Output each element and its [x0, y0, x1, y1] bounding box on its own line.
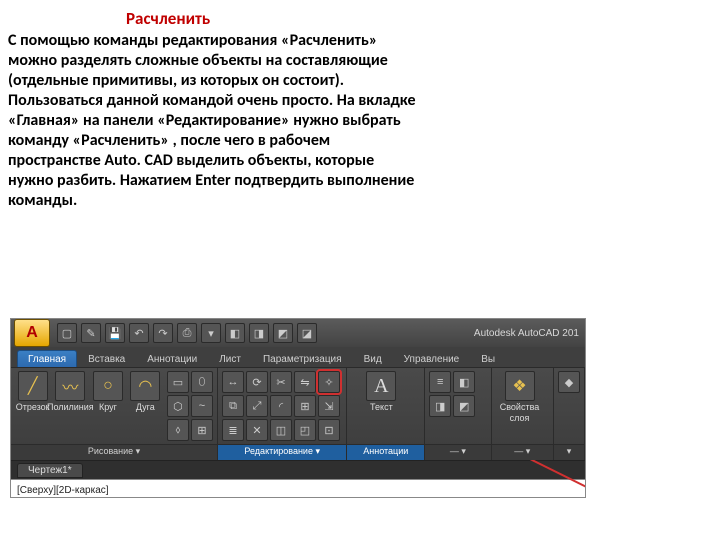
- viewport: [Сверху][2D-каркас]: [11, 479, 585, 498]
- arc-label: Дуга: [136, 402, 155, 412]
- tab-view[interactable]: Вид: [353, 350, 393, 367]
- layer-icon-4[interactable]: ◩: [453, 395, 475, 417]
- panel-layers-title: — ▾: [425, 444, 490, 460]
- line-label: Отрезок: [16, 402, 50, 412]
- properties-button[interactable]: ❖ Свойства слоя: [496, 371, 544, 423]
- modify-icon-1[interactable]: ◫: [270, 419, 292, 441]
- layer-icon[interactable]: ≡: [429, 371, 451, 393]
- autocad-screenshot: A ▢ ✎ 💾 ↶ ↷ ⎙ ▾ ◧ ◨ ◩ ◪ Autodesk AutoCAD…: [10, 318, 586, 498]
- tab-annotate[interactable]: Аннотации: [136, 350, 208, 367]
- qat-new-icon[interactable]: ▢: [57, 323, 77, 343]
- properties-label-2: слоя: [510, 413, 530, 423]
- tab-parametric[interactable]: Параметризация: [252, 350, 353, 367]
- section-body: С помощью команды редактирования «Расчле…: [8, 31, 418, 211]
- circle-button[interactable]: ○ Круг: [90, 371, 125, 441]
- draw-small-6[interactable]: ⊞: [191, 419, 213, 441]
- explode-button[interactable]: ✧: [318, 371, 340, 393]
- quick-access-toolbar: ▢ ✎ 💾 ↶ ↷ ⎙ ▾ ◧ ◨ ◩ ◪: [57, 323, 317, 343]
- copy-icon[interactable]: ⧉: [222, 395, 244, 417]
- qat-open-icon[interactable]: ✎: [81, 323, 101, 343]
- panel-draw-title: Рисование ▾: [11, 444, 217, 460]
- polyline-icon: 〰: [55, 371, 85, 401]
- panel-layers: ≡◧ ◨◩ — ▾: [425, 368, 491, 460]
- section-title: Расчленить: [126, 8, 712, 29]
- draw-small-5[interactable]: ~: [191, 395, 213, 417]
- draw-small-2[interactable]: ⬡: [167, 395, 189, 417]
- qat-icon[interactable]: ◨: [249, 323, 269, 343]
- panel-annotation: A Текст Аннотации: [347, 368, 425, 460]
- tab-output[interactable]: Вы: [470, 350, 506, 367]
- properties-label-1: Свойства: [500, 402, 540, 412]
- fillet-icon[interactable]: ◜: [270, 395, 292, 417]
- modify-icon-2[interactable]: ◰: [294, 419, 316, 441]
- rotate-icon[interactable]: ⟳: [246, 371, 268, 393]
- panel-modify-title: Редактирование ▾: [218, 444, 346, 460]
- arc-button[interactable]: ◠ Дуга: [128, 371, 163, 441]
- arc-icon: ◠: [130, 371, 160, 401]
- draw-small-3[interactable]: ⬨: [167, 419, 189, 441]
- document-tab[interactable]: Чертеж1*: [17, 463, 83, 478]
- app-title: Autodesk AutoCAD 201: [474, 328, 579, 339]
- mirror-icon[interactable]: ⇋: [294, 371, 316, 393]
- line-button[interactable]: ╱ Отрезок: [15, 371, 50, 441]
- array-icon[interactable]: ⊞: [294, 395, 316, 417]
- circle-icon: ○: [93, 371, 123, 401]
- tab-layout[interactable]: Лист: [208, 350, 252, 367]
- qat-icon[interactable]: ◩: [273, 323, 293, 343]
- scale-icon[interactable]: ⤢: [246, 395, 268, 417]
- panel-modify: ↔ ⟳ ✂ ⇋ ✧ ⧉ ⤢ ◜ ⊞ ⇲ ≣ ✕ ◫ ◰: [218, 368, 347, 460]
- panel-extra: ◆ ▾: [554, 368, 585, 460]
- panel-properties-title: — ▾: [492, 444, 554, 460]
- text-icon: A: [366, 371, 396, 401]
- erase-icon[interactable]: ✕: [246, 419, 268, 441]
- autocad-logo-icon: A: [26, 324, 38, 342]
- line-icon: ╱: [18, 371, 48, 401]
- polyline-button[interactable]: 〰 Полилиния: [52, 371, 88, 441]
- qat-save-icon[interactable]: 💾: [105, 323, 125, 343]
- qat-redo-icon[interactable]: ↷: [153, 323, 173, 343]
- title-bar: A ▢ ✎ 💾 ↶ ↷ ⎙ ▾ ◧ ◨ ◩ ◪ Autodesk AutoCAD…: [11, 319, 585, 347]
- panel-draw: ╱ Отрезок 〰 Полилиния ○ Круг ◠ Дуга ▭: [11, 368, 218, 460]
- ribbon: ╱ Отрезок 〰 Полилиния ○ Круг ◠ Дуга ▭: [11, 367, 585, 460]
- stretch-icon[interactable]: ⇲: [318, 395, 340, 417]
- qat-undo-icon[interactable]: ↶: [129, 323, 149, 343]
- tab-home[interactable]: Главная: [17, 350, 77, 367]
- draw-small-4[interactable]: ⬯: [191, 371, 213, 393]
- text-label: Текст: [370, 402, 393, 412]
- trim-icon[interactable]: ✂: [270, 371, 292, 393]
- document-tab-strip: Чертеж1*: [11, 460, 585, 479]
- panel-annotation-title: Аннотации: [347, 444, 424, 460]
- qat-icon[interactable]: ◪: [297, 323, 317, 343]
- tab-manage[interactable]: Управление: [393, 350, 471, 367]
- qat-more-icon[interactable]: ▾: [201, 323, 221, 343]
- tab-insert[interactable]: Вставка: [77, 350, 136, 367]
- properties-icon: ❖: [505, 371, 535, 401]
- view-label[interactable]: [Сверху][2D-каркас]: [17, 485, 109, 496]
- layer-icon-3[interactable]: ◨: [429, 395, 451, 417]
- text-button[interactable]: A Текст: [351, 371, 411, 412]
- extra-icon[interactable]: ◆: [558, 371, 580, 393]
- layer-icon-2[interactable]: ◧: [453, 371, 475, 393]
- polyline-label: Полилиния: [47, 402, 94, 412]
- qat-icon[interactable]: ◧: [225, 323, 245, 343]
- draw-small-1[interactable]: ▭: [167, 371, 189, 393]
- offset-icon[interactable]: ≣: [222, 419, 244, 441]
- qat-plot-icon[interactable]: ⎙: [177, 323, 197, 343]
- panel-properties: ❖ Свойства слоя — ▾: [492, 368, 555, 460]
- ribbon-tab-strip: Главная Вставка Аннотации Лист Параметри…: [11, 347, 585, 367]
- modify-icon-3[interactable]: ⊡: [318, 419, 340, 441]
- move-icon[interactable]: ↔: [222, 371, 244, 393]
- panel-extra-title: ▾: [554, 444, 584, 460]
- circle-label: Круг: [99, 402, 117, 412]
- app-menu-button[interactable]: A: [14, 319, 50, 347]
